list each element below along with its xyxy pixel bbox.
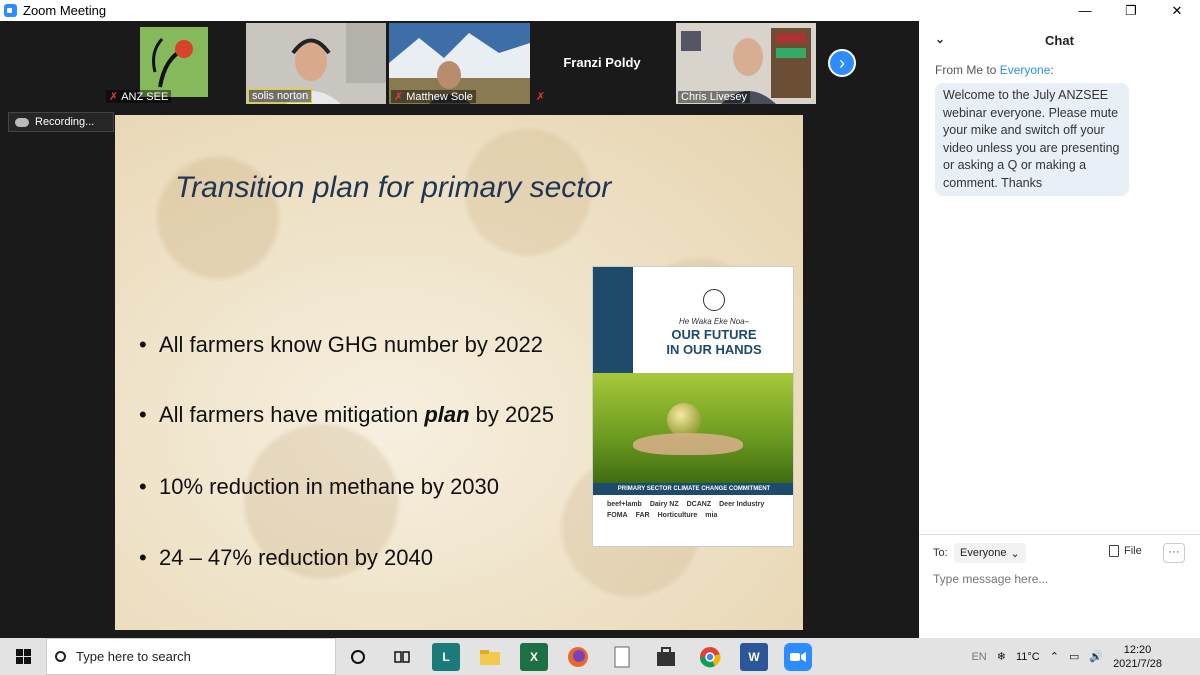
- cover-logo: Deer Industry: [719, 501, 765, 508]
- title-bar: Zoom Meeting — ❐ ✕: [0, 0, 1200, 21]
- slide-bullet: • 10% reduction in methane by 2030: [139, 474, 500, 499]
- shared-slide: Transition plan for primary sector • All …: [115, 115, 803, 630]
- cover-band: PRIMARY SECTOR CLIMATE CHANGE COMMITMENT: [593, 483, 793, 495]
- anzsee-logo: [140, 27, 208, 97]
- participant-name: ANZ SEE: [121, 90, 169, 103]
- chevron-up-icon[interactable]: ⌃: [1050, 650, 1059, 663]
- cover-emblem-icon: [703, 289, 725, 311]
- recording-indicator[interactable]: Recording...: [8, 112, 114, 132]
- file-button[interactable]: File: [1109, 545, 1142, 557]
- recording-label: Recording...: [35, 116, 95, 128]
- zoom-icon: [4, 4, 17, 17]
- slide-bullet: • All farmers have mitigation plan by 202…: [139, 402, 554, 427]
- file-icon: [1109, 545, 1119, 557]
- cortana-icon[interactable]: [344, 643, 372, 671]
- cover-title-line2: IN OUR HANDS: [666, 342, 762, 357]
- cover-logo: Horticulture: [657, 512, 698, 519]
- firefox-icon[interactable]: [564, 643, 592, 671]
- cover-logo: Dairy NZ: [649, 501, 679, 508]
- language-indicator[interactable]: EN: [971, 651, 986, 663]
- close-button[interactable]: ✕: [1154, 0, 1200, 21]
- chat-header: ⌄ Chat: [919, 21, 1200, 59]
- chat-sender-line: From Me to Everyone:: [935, 63, 1054, 77]
- windows-icon: [15, 649, 31, 664]
- window-title: Zoom Meeting: [23, 3, 107, 18]
- excel-icon[interactable]: X: [520, 642, 548, 671]
- slide-bullet: • 24 – 47% reduction by 2040: [139, 545, 433, 570]
- cover-subtitle: He Waka Eke Noa–: [678, 317, 750, 326]
- hands-graphic: [633, 433, 743, 455]
- restore-button[interactable]: ❐: [1108, 0, 1154, 21]
- mic-muted-icon: ✗: [394, 91, 404, 103]
- mic-muted-icon: ✗: [536, 91, 546, 103]
- participant-tile-matthew-sole[interactable]: ✗ Matthew Sole: [389, 23, 530, 104]
- clock-time: 12:20: [1123, 643, 1152, 656]
- system-tray: EN ❄ 11°C ⌃ ▭ 🔊 12:20 2021/7/28: [971, 638, 1200, 675]
- report-cover-image: He Waka Eke Noa– OUR FUTURE IN OUR HANDS…: [592, 266, 794, 547]
- cover-logos: beef+lamb Dairy NZ DCANZ Deer Industry F…: [607, 501, 783, 519]
- volume-icon[interactable]: 🔊: [1089, 650, 1103, 663]
- cover-logo: DCANZ: [686, 501, 712, 508]
- weather-icon[interactable]: ❄: [997, 650, 1006, 663]
- store-icon[interactable]: [652, 643, 680, 671]
- chevron-down-icon[interactable]: ⌄: [935, 32, 945, 46]
- chat-message: Welcome to the July ANZSEE webinar every…: [935, 83, 1129, 196]
- participant-tile-chris-livesey[interactable]: Chris Livesey: [676, 23, 816, 104]
- slide-title: Transition plan for primary sector: [175, 171, 612, 204]
- chat-recipient: Everyone: [999, 63, 1051, 77]
- l-app-icon[interactable]: L: [432, 642, 460, 671]
- taskbar: Type here to search L X W EN ❄ 11°C ⌃ ▭ …: [0, 638, 1200, 675]
- chat-panel: ⌄ Chat From Me to Everyone: Welcome to t…: [919, 21, 1200, 638]
- taskbar-search[interactable]: Type here to search: [46, 638, 336, 675]
- cover-logo: FAR: [635, 512, 650, 519]
- participant-name-large: Franzi Poldy: [563, 55, 641, 70]
- globe-icon: [667, 403, 701, 437]
- cover-logo: beef+lamb: [607, 501, 642, 508]
- participant-tile-franzi-poldy[interactable]: Franzi Poldy ✗: [531, 23, 673, 104]
- participant-tile-anz-see[interactable]: ✗ ANZ SEE: [104, 23, 208, 104]
- network-icon[interactable]: ▭: [1069, 650, 1079, 663]
- zoom-icon[interactable]: [784, 642, 812, 671]
- chat-title: Chat: [1045, 32, 1074, 48]
- participant-name: solis norton: [252, 90, 309, 102]
- mic-muted-icon: ✗: [109, 91, 119, 103]
- meeting-area: ✗ ANZ SEE solis norton ✗ Matthew Sole Fr…: [0, 21, 919, 638]
- slide-bullet: • All farmers know GHG number by 2022: [139, 332, 543, 357]
- recipient-dropdown[interactable]: Everyone ⌄: [954, 543, 1026, 563]
- divider: [919, 534, 1200, 535]
- chrome-icon[interactable]: [696, 643, 724, 671]
- cover-title-line1: OUR FUTURE: [671, 327, 757, 342]
- to-label: To:: [933, 547, 948, 559]
- task-view-icon[interactable]: [388, 643, 416, 671]
- file-explorer-icon[interactable]: [476, 643, 504, 671]
- search-placeholder: Type here to search: [76, 649, 191, 664]
- next-page-button[interactable]: ›: [828, 49, 856, 77]
- participant-tile-solis-norton[interactable]: solis norton: [246, 23, 386, 104]
- start-button[interactable]: [0, 638, 46, 675]
- notepad-icon[interactable]: [608, 643, 636, 671]
- participant-name: Matthew Sole: [406, 90, 473, 103]
- cover-photo: [593, 373, 793, 483]
- temperature[interactable]: 11°C: [1016, 651, 1040, 663]
- participant-strip: ✗ ANZ SEE solis norton ✗ Matthew Sole Fr…: [0, 21, 919, 109]
- search-icon: [55, 651, 66, 662]
- word-icon[interactable]: W: [740, 642, 768, 671]
- minimize-button[interactable]: —: [1062, 0, 1108, 21]
- cloud-recording-icon: [15, 117, 29, 127]
- cover-logo: mia: [705, 512, 718, 519]
- cover-logo: FOMA: [607, 512, 628, 519]
- more-options-button[interactable]: ···: [1163, 543, 1185, 563]
- chevron-down-icon: ⌄: [1010, 547, 1020, 560]
- participant-name: Chris Livesey: [681, 91, 748, 103]
- clock[interactable]: 12:20 2021/7/28: [1113, 643, 1162, 671]
- clock-date: 2021/7/28: [1113, 657, 1162, 670]
- chat-message-input[interactable]: [933, 570, 1187, 588]
